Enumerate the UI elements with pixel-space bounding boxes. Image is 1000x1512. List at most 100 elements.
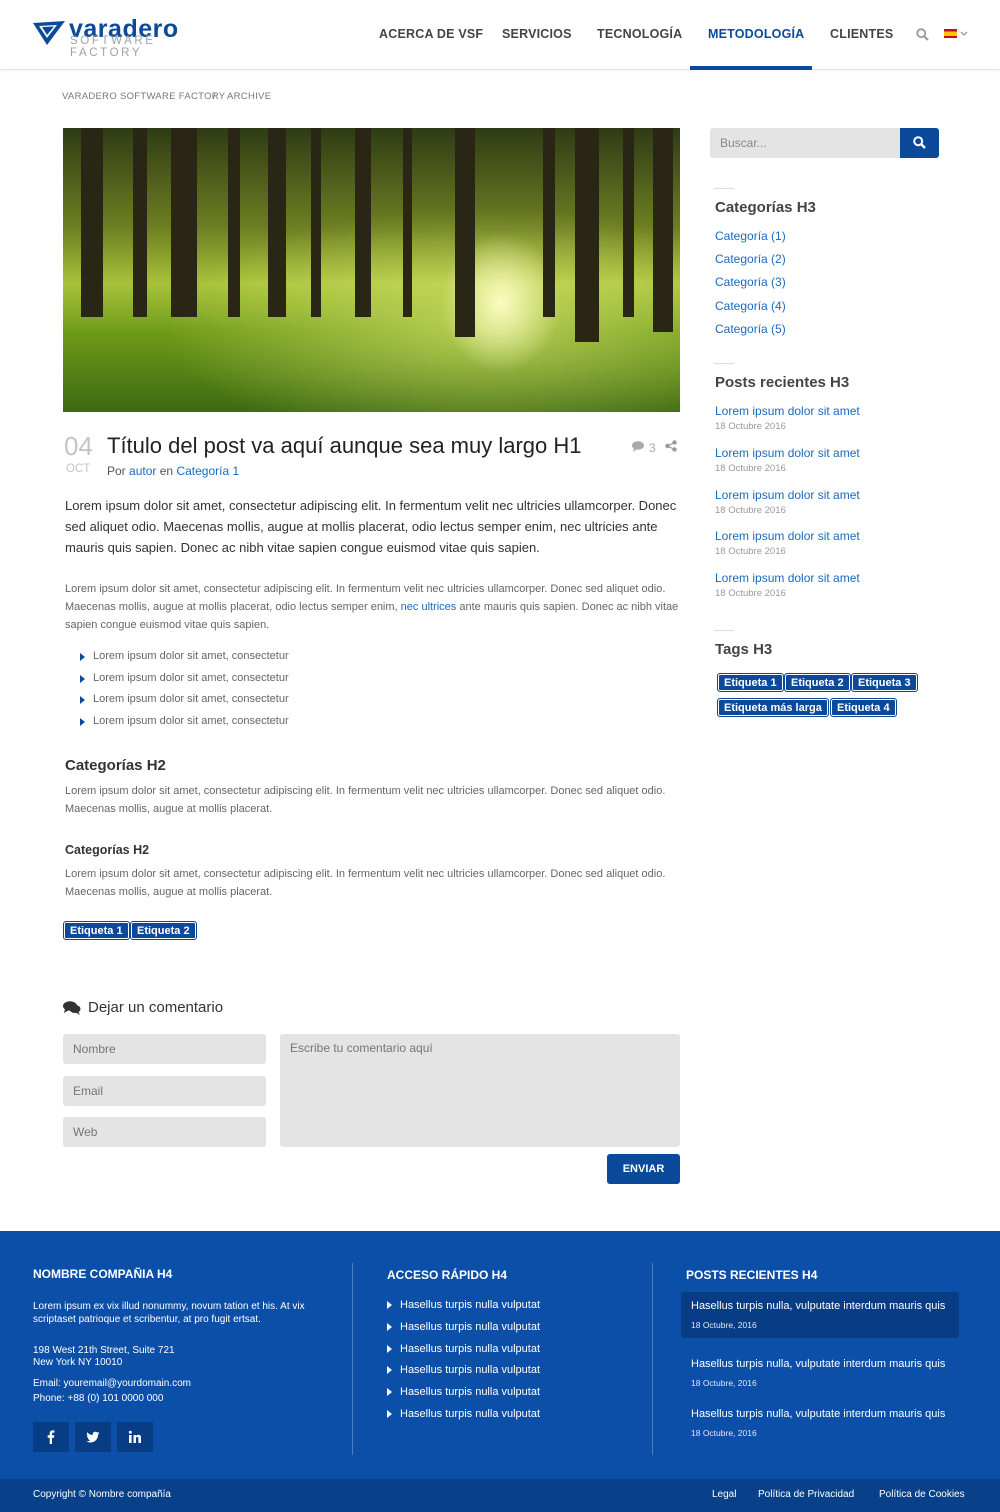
sidebar-divider	[714, 363, 734, 364]
inline-link[interactable]: nec ultrices	[401, 601, 457, 613]
email-field[interactable]	[63, 1076, 266, 1106]
footer-company-text: Lorem ipsum ex vix illud nonummy, novum …	[33, 1301, 305, 1325]
list-item: Lorem ipsum dolor sit amet, consectetur	[80, 715, 289, 737]
post-date-day: 04	[64, 431, 93, 461]
footer-quick-link[interactable]: Hasellus turpis nulla vulputat	[387, 1386, 540, 1398]
site-logo[interactable]: varadero SOFTWARE FACTORY	[33, 15, 193, 59]
nav-servicios[interactable]: SERVICIOS	[502, 27, 572, 41]
nav-active-indicator	[690, 66, 812, 70]
post-date-month: OCT	[66, 463, 91, 475]
footer-recent-date: 18 Octubre, 2016	[691, 1378, 757, 1388]
footer-quick-link[interactable]: Hasellus turpis nulla vulputat	[387, 1321, 540, 1333]
post-author-link[interactable]: autor	[129, 464, 156, 478]
post-bullet-list: Lorem ipsum dolor sit amet, consectetur …	[80, 650, 289, 737]
sidebar-category-link[interactable]: Categoría (5)	[715, 322, 786, 336]
footer-address-line: New York NY 10010	[33, 1357, 123, 1368]
nav-acerca[interactable]: ACERCA DE VSF	[379, 27, 483, 41]
share-icon[interactable]	[665, 440, 677, 452]
footer-legal-link[interactable]: Legal	[712, 1489, 736, 1500]
twitter-button[interactable]	[75, 1422, 111, 1452]
sidebar-divider	[714, 188, 734, 189]
post-subheading: Categorías H2	[65, 843, 150, 857]
sidebar-category-link[interactable]: Categoría (1)	[715, 229, 786, 243]
footer-quick-link[interactable]: Hasellus turpis nulla vulputat	[387, 1408, 540, 1420]
nav-tecnologia[interactable]: TECNOLOGÍA	[597, 27, 682, 41]
breadcrumb-home[interactable]: VARADERO SOFTWARE FACTORY	[62, 91, 225, 102]
sidebar-category-link[interactable]: Categoría (4)	[715, 299, 786, 313]
post-paragraph: Lorem ipsum dolor sit amet, consectetur …	[65, 868, 666, 898]
footer-company-title: NOMBRE COMPAÑIA H4	[33, 1267, 173, 1281]
linkedin-icon	[128, 1430, 141, 1443]
nav-clientes[interactable]: CLIENTES	[830, 27, 893, 41]
sidebar-recent-date: 18 Octubre 2016	[715, 421, 786, 432]
web-field[interactable]	[63, 1117, 266, 1147]
comments-count[interactable]: 3	[649, 441, 656, 455]
facebook-button[interactable]	[33, 1422, 69, 1452]
footer-recent-highlight	[681, 1292, 959, 1338]
nav-metodologia[interactable]: METODOLOGÍA	[708, 27, 804, 41]
post-tag[interactable]: Etiqueta 2	[130, 921, 197, 940]
post-meta-by: Por	[107, 464, 126, 478]
list-item: Lorem ipsum dolor sit amet, consectetur	[80, 693, 289, 715]
sidebar-recent-link[interactable]: Lorem ipsum dolor sit amet	[715, 404, 860, 418]
site-header: varadero SOFTWARE FACTORY ACERCA DE VSF …	[0, 0, 1000, 70]
post-subheading: Categorías H2	[65, 757, 166, 774]
footer-recent-title: POSTS RECIENTES H4	[686, 1268, 818, 1282]
search-icon[interactable]	[916, 28, 929, 41]
post-tag[interactable]: Etiqueta 1	[63, 921, 130, 940]
footer-recent-link[interactable]: Hasellus turpis nulla, vulputate interdu…	[691, 1300, 945, 1312]
sidebar-tags-title: Tags H3	[715, 641, 773, 658]
sidebar-recent-link[interactable]: Lorem ipsum dolor sit amet	[715, 446, 860, 460]
language-flag-icon[interactable]	[944, 29, 957, 38]
name-field[interactable]	[63, 1034, 266, 1064]
footer-recent-date: 18 Octubre, 2016	[691, 1428, 757, 1438]
facebook-icon	[47, 1430, 55, 1444]
footer-email[interactable]: Email: youremail@yourdomain.com	[33, 1377, 191, 1390]
breadcrumb-separator: /	[213, 91, 216, 102]
twitter-icon	[86, 1431, 100, 1443]
footer-recent-date: 18 Octubre, 2016	[691, 1320, 757, 1330]
sidebar-category-link[interactable]: Categoría (3)	[715, 275, 786, 289]
footer-privacy-link[interactable]: Política de Privacidad	[758, 1489, 854, 1500]
post-featured-image	[63, 128, 680, 412]
sidebar-tag[interactable]: Etiqueta 1	[717, 673, 784, 692]
sidebar-recent-link[interactable]: Lorem ipsum dolor sit amet	[715, 488, 860, 502]
chevron-down-icon[interactable]	[960, 31, 968, 37]
sidebar-recent-date: 18 Octubre 2016	[715, 588, 786, 599]
sidebar-recent-link[interactable]: Lorem ipsum dolor sit amet	[715, 571, 860, 585]
post-category-link[interactable]: Categoría 1	[176, 464, 239, 478]
comments-icon[interactable]	[632, 441, 646, 452]
sidebar-tag[interactable]: Etiqueta más larga	[717, 698, 829, 717]
footer-divider	[652, 1263, 653, 1455]
comment-textarea[interactable]	[280, 1034, 680, 1147]
footer-quick-link[interactable]: Hasellus turpis nulla vulputat	[387, 1343, 540, 1355]
footer-recent-link[interactable]: Hasellus turpis nulla, vulputate interdu…	[691, 1358, 945, 1370]
sidebar-tag[interactable]: Etiqueta 4	[830, 698, 897, 717]
sidebar-recent-title: Posts recientes H3	[715, 374, 850, 391]
sidebar-tag[interactable]: Etiqueta 3	[851, 673, 918, 692]
footer-phone: Phone: +88 (0) 101 0000 000	[33, 1393, 164, 1404]
copyright-text: Copyright © Nombre compañía	[33, 1489, 171, 1500]
sidebar-search-button[interactable]	[900, 128, 939, 158]
logo-subtitle: SOFTWARE FACTORY	[70, 35, 156, 59]
footer-quick-link[interactable]: Hasellus turpis nulla vulputat	[387, 1364, 540, 1376]
footer-quick-link[interactable]: Hasellus turpis nulla vulputat	[387, 1299, 540, 1311]
footer-cookies-link[interactable]: Política de Cookies	[879, 1489, 965, 1500]
sidebar-recent-date: 18 Octubre 2016	[715, 463, 786, 474]
post-paragraph: Lorem ipsum dolor sit amet, consectetur …	[65, 785, 666, 815]
list-item: Lorem ipsum dolor sit amet, consectetur	[80, 672, 289, 694]
sidebar-recent-link[interactable]: Lorem ipsum dolor sit amet	[715, 529, 860, 543]
sidebar-search-input[interactable]: Buscar...	[710, 128, 901, 158]
footer-recent-link[interactable]: Hasellus turpis nulla, vulputate interdu…	[691, 1408, 945, 1420]
sidebar-tag[interactable]: Etiqueta 2	[784, 673, 851, 692]
breadcrumb-current: ARCHIVE	[227, 91, 272, 102]
footer-quick-title: ACCESO RÁPIDO H4	[387, 1268, 508, 1282]
linkedin-button[interactable]	[117, 1422, 153, 1452]
post-meta-in: en	[159, 464, 174, 478]
submit-comment-button[interactable]: ENVIAR	[607, 1154, 680, 1184]
search-icon	[913, 136, 926, 149]
comments-icon	[63, 1001, 81, 1015]
sidebar-category-link[interactable]: Categoría (2)	[715, 252, 786, 266]
post-paragraph: Lorem ipsum dolor sit amet, consectetur …	[65, 580, 681, 634]
logo-icon	[33, 21, 65, 45]
